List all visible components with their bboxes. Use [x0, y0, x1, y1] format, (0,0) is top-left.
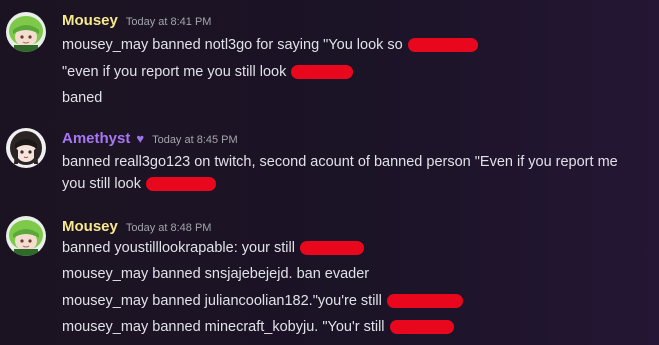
message-line: mousey_may banned notl3go for saying "Yo…: [62, 35, 478, 55]
message-line: baned: [62, 88, 102, 108]
message-line: you still look: [62, 174, 217, 194]
message-line: mousey_may banned juliancoolian182."you'…: [62, 291, 463, 311]
username-mousey[interactable]: Mousey: [62, 12, 118, 29]
message-header: Amethyst ♥ Today at 8:45 PM: [62, 130, 238, 150]
message-header: Mousey Today at 8:48 PM: [62, 218, 211, 238]
redaction-mark: [299, 241, 364, 256]
redaction-mark: [407, 38, 478, 53]
amethyst-avatar[interactable]: [6, 128, 46, 168]
timestamp[interactable]: Today at 8:48 PM: [126, 222, 212, 234]
purple-heart-icon[interactable]: ♥: [136, 131, 144, 146]
message-text: mousey_may banned snsjajebejejd. ban eva…: [62, 266, 370, 282]
message-text: you still look: [62, 176, 141, 192]
redaction-mark: [389, 320, 454, 335]
message-text: mousey_may banned juliancoolian182."you'…: [62, 293, 382, 309]
message-header: Mousey Today at 8:41 PM: [62, 12, 211, 32]
message-line: banned reall3go123 on twitch, second aco…: [62, 152, 618, 172]
message-line: mousey_may banned minecraft_kobyju. "You…: [62, 317, 454, 337]
timestamp[interactable]: Today at 8:45 PM: [152, 134, 238, 146]
message-text: mousey_may banned notl3go for saying "Yo…: [62, 37, 403, 53]
timestamp[interactable]: Today at 8:41 PM: [126, 16, 212, 28]
username-mousey[interactable]: Mousey: [62, 218, 118, 235]
mousey-avatar[interactable]: [6, 12, 46, 52]
message-text: banned reall3go123 on twitch, second aco…: [62, 154, 618, 170]
message-line: "even if you report me you still look: [62, 62, 354, 82]
message-text: baned: [62, 90, 103, 106]
redaction-mark: [291, 65, 354, 80]
username-amethyst[interactable]: Amethyst: [62, 130, 130, 147]
mousey-avatar[interactable]: [6, 216, 46, 256]
redaction-mark: [386, 294, 463, 309]
message-text: mousey_may banned minecraft_kobyju. "You…: [62, 319, 385, 335]
message-line: banned youstilllookrapable: your still: [62, 238, 364, 258]
message-text: banned youstilllookrapable: your still: [62, 240, 295, 256]
message-line: mousey_may banned snsjajebejejd. ban eva…: [62, 264, 369, 284]
message-text: "even if you report me you still look: [62, 64, 287, 80]
redaction-mark: [146, 177, 217, 192]
